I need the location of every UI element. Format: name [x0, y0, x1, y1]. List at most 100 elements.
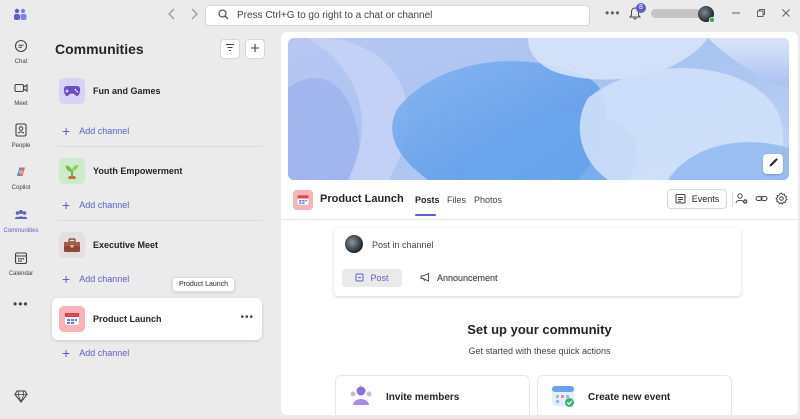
divider: [732, 191, 733, 207]
close-icon[interactable]: [781, 8, 791, 21]
restore-icon[interactable]: [756, 8, 766, 21]
create-event-label: Create new event: [588, 391, 671, 403]
manage-members-icon[interactable]: [735, 192, 748, 208]
pencil-icon: [768, 157, 779, 171]
rail-item-meet[interactable]: Meet: [0, 81, 42, 107]
invite-members-card[interactable]: Invite members: [335, 375, 530, 415]
communities-icon: [14, 208, 28, 225]
chevron-left-icon[interactable]: [166, 8, 178, 23]
add-channel-label: Add channel: [79, 200, 130, 210]
premium-diamond-icon[interactable]: [14, 390, 28, 406]
community-item-youth-empowerment[interactable]: Youth Empowerment: [52, 150, 262, 192]
sprout-icon: [59, 158, 85, 184]
rail-label: Copilot: [11, 185, 31, 191]
announcement-label: Announcement: [437, 273, 498, 283]
calendar-board-icon: [59, 306, 85, 332]
plus-icon: +: [62, 197, 71, 213]
megaphone-icon: [420, 272, 437, 284]
setup-title: Set up your community: [467, 322, 612, 337]
more-options-icon[interactable]: •••: [605, 6, 621, 20]
link-icon[interactable]: [755, 192, 768, 208]
filter-icon: [225, 43, 235, 55]
plus-icon: [250, 43, 260, 56]
add-channel-label: Add channel: [79, 274, 130, 284]
add-community-button[interactable]: [245, 39, 265, 59]
people-icon: [14, 123, 28, 140]
plus-icon: +: [62, 123, 71, 139]
community-banner-image: [288, 38, 789, 180]
community-name: Executive Meet: [93, 240, 159, 250]
rail-label: People: [11, 143, 31, 149]
community-item-product-launch[interactable]: Product Launch •••: [52, 298, 262, 340]
calendar-check-icon: [550, 383, 576, 412]
community-item-fun-and-games[interactable]: Fun and Games: [52, 70, 262, 112]
user-avatar: [345, 235, 363, 253]
account-name-redacted[interactable]: [651, 9, 701, 18]
notification-badge: 8: [636, 3, 646, 13]
rail-item-copilot[interactable]: Copilot: [0, 165, 42, 191]
events-icon: [675, 193, 692, 206]
community-item-executive-meet[interactable]: Executive Meet: [52, 224, 262, 266]
plus-icon: +: [62, 271, 71, 287]
add-channel-label: Add channel: [79, 348, 130, 358]
video-icon: [14, 81, 28, 98]
post-composer: Post in channel Post Announcement: [334, 228, 741, 296]
rail-item-people[interactable]: People: [0, 123, 42, 149]
events-label: Events: [691, 194, 720, 204]
channel-header: Product Launch Posts Files Photos Events: [281, 182, 798, 220]
community-name: Youth Empowerment: [93, 166, 183, 176]
edit-banner-button[interactable]: [763, 154, 783, 174]
add-channel-label: Add channel: [79, 126, 130, 136]
search-input[interactable]: [237, 10, 567, 21]
rail-item-chat[interactable]: Chat: [0, 39, 42, 65]
divider: [58, 220, 262, 221]
rail-item-communities[interactable]: Communities: [0, 208, 42, 234]
add-channel-executive-meet[interactable]: + Add channel: [62, 272, 129, 286]
community-name: Product Launch: [93, 314, 162, 324]
tooltip: Product Launch: [172, 277, 236, 292]
rail-label: Communities: [3, 228, 39, 234]
more-options-icon[interactable]: •••: [240, 312, 254, 323]
notifications-icon[interactable]: 8: [629, 3, 646, 23]
tab-files[interactable]: Files: [447, 195, 466, 205]
plus-icon: +: [62, 345, 71, 361]
create-event-card[interactable]: Create new event: [537, 375, 732, 415]
calendar-board-icon: [293, 190, 313, 210]
channel-view: Product Launch Posts Files Photos Events…: [281, 32, 798, 415]
add-channel-youth-empowerment[interactable]: + Add channel: [62, 198, 129, 212]
community-name: Fun and Games: [93, 86, 161, 96]
search-bar[interactable]: [205, 5, 590, 26]
settings-gear-icon[interactable]: [775, 192, 788, 208]
tab-photos[interactable]: Photos: [474, 195, 502, 205]
gamepad-icon: [59, 78, 85, 104]
filter-button[interactable]: [220, 39, 240, 59]
rail-label: Meet: [14, 101, 28, 107]
tab-posts[interactable]: Posts: [415, 195, 440, 205]
compose-icon: [355, 273, 370, 284]
events-button[interactable]: Events: [667, 189, 727, 209]
channel-title: Product Launch: [320, 193, 404, 205]
post-button[interactable]: Post: [342, 269, 402, 287]
chevron-right-icon[interactable]: [188, 8, 200, 23]
rail-label: Calendar: [8, 271, 34, 277]
search-icon: [218, 8, 237, 23]
minimize-icon[interactable]: [731, 8, 741, 21]
teams-logo-icon[interactable]: [12, 7, 28, 23]
more-apps-icon[interactable]: •••: [13, 297, 29, 311]
copilot-icon: [14, 165, 28, 182]
post-in-channel-input[interactable]: Post in channel: [372, 240, 434, 250]
post-label: Post: [370, 273, 389, 283]
page-title: Communities: [55, 41, 144, 57]
announcement-button[interactable]: Announcement: [420, 269, 498, 287]
history-navigation: [166, 8, 200, 23]
setup-subtitle: Get started with these quick actions: [468, 346, 611, 356]
chat-icon: [14, 39, 28, 56]
rail-item-calendar[interactable]: Calendar: [0, 251, 42, 277]
calendar-icon: [14, 251, 28, 268]
add-channel-product-launch[interactable]: + Add channel: [62, 346, 129, 360]
invite-members-label: Invite members: [386, 391, 460, 403]
active-tab-indicator: [415, 214, 436, 216]
title-bar: ••• 8: [0, 0, 800, 30]
add-channel-fun-and-games[interactable]: + Add channel: [62, 124, 129, 138]
briefcase-icon: [59, 232, 85, 258]
